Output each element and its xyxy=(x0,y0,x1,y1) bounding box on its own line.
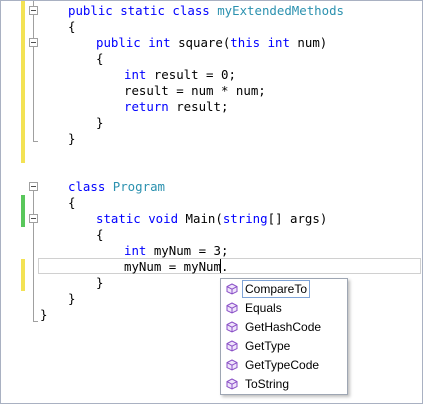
code-token: result = num * num; xyxy=(124,83,266,98)
completion-item[interactable]: GetHashCode xyxy=(223,318,345,336)
outline-end-tick xyxy=(33,321,38,322)
code-line[interactable]: { xyxy=(68,195,75,211)
code-line[interactable]: { xyxy=(96,51,103,67)
completion-item[interactable]: CompareTo xyxy=(223,280,345,298)
collapse-region-toggle[interactable] xyxy=(29,38,38,47)
code-token: string xyxy=(222,211,268,226)
code-editor[interactable]: public static class myExtendedMethods { … xyxy=(0,0,423,404)
code-token: Program xyxy=(112,179,165,194)
code-token: { xyxy=(68,195,76,210)
code-token: } xyxy=(40,307,48,322)
code-line[interactable]: } xyxy=(96,115,103,131)
code-line[interactable]: return result; xyxy=(124,99,228,115)
code-line[interactable]: int myNum = 3; xyxy=(124,243,228,259)
code-token: result = 0; xyxy=(153,67,236,82)
outline-guide xyxy=(33,191,34,321)
completion-item[interactable]: GetTypeCode xyxy=(223,356,345,374)
code-token: result; xyxy=(176,99,229,114)
completion-item[interactable]: Equals xyxy=(223,299,345,317)
completion-item-label: GetTypeCode xyxy=(245,358,320,372)
code-token: [] args) xyxy=(267,211,328,226)
code-line-current[interactable]: myNum = myNum. xyxy=(124,259,228,275)
completion-item[interactable]: ToString xyxy=(223,375,345,393)
method-icon xyxy=(226,359,238,371)
code-line[interactable]: class Program xyxy=(68,179,165,195)
code-token: static void xyxy=(96,211,186,226)
code-token: myNum = 3; xyxy=(153,243,229,258)
code-token: int xyxy=(124,67,154,82)
code-line[interactable]: } xyxy=(96,275,103,291)
code-token: this int xyxy=(230,35,298,50)
code-token: { xyxy=(96,51,104,66)
code-token: square( xyxy=(178,35,231,50)
method-icon xyxy=(226,378,238,390)
code-token: { xyxy=(68,19,76,34)
completion-item-label: GetType xyxy=(245,339,291,353)
collapse-region-toggle[interactable] xyxy=(29,214,38,223)
collapse-region-toggle[interactable] xyxy=(29,6,38,15)
code-line[interactable]: } xyxy=(40,307,47,323)
code-line[interactable]: { xyxy=(96,227,103,243)
code-line[interactable]: public int square(this int num) xyxy=(96,35,327,51)
outline-end-tick xyxy=(33,141,38,142)
code-token: } xyxy=(68,131,76,146)
code-line[interactable]: static void Main(string[] args) xyxy=(96,211,327,227)
change-indicator-unsaved xyxy=(21,1,25,163)
code-token: public static class xyxy=(68,3,218,18)
change-indicator-unsaved xyxy=(21,259,25,291)
intellisense-completion-list[interactable]: CompareTo Equals GetHashCode GetType Get… xyxy=(220,278,348,395)
code-token: public int xyxy=(96,35,179,50)
code-line[interactable]: } xyxy=(68,131,75,147)
code-token: } xyxy=(96,115,104,130)
code-token: int xyxy=(124,243,154,258)
completion-item[interactable]: GetType xyxy=(223,337,345,355)
code-token: Main( xyxy=(185,211,223,226)
current-line-highlight xyxy=(38,258,421,274)
method-icon xyxy=(226,321,238,333)
code-token: class xyxy=(68,179,113,194)
code-line[interactable]: { xyxy=(68,19,75,35)
code-token: } xyxy=(96,275,104,290)
code-line[interactable]: result = num * num; xyxy=(124,83,266,99)
completion-item-label: Equals xyxy=(245,301,282,315)
change-indicator-saved xyxy=(21,195,25,227)
text-caret xyxy=(220,259,221,273)
code-token: } xyxy=(68,291,76,306)
outline-guide xyxy=(33,1,34,141)
code-token: num) xyxy=(297,35,328,50)
completion-item-label: ToString xyxy=(245,377,290,391)
method-icon xyxy=(226,340,238,352)
code-token: return xyxy=(124,99,177,114)
code-token: myExtendedMethods xyxy=(217,3,345,18)
code-line[interactable]: int result = 0; xyxy=(124,67,236,83)
completion-item-label: GetHashCode xyxy=(245,320,322,334)
method-icon xyxy=(226,283,238,295)
code-line[interactable]: public static class myExtendedMethods xyxy=(68,3,344,19)
code-line[interactable]: } xyxy=(68,291,75,307)
code-token: myNum = myNum. xyxy=(124,259,229,274)
method-icon xyxy=(226,302,238,314)
code-token: { xyxy=(96,227,104,242)
completion-item-label: CompareTo xyxy=(242,280,311,298)
collapse-region-toggle[interactable] xyxy=(29,182,38,191)
